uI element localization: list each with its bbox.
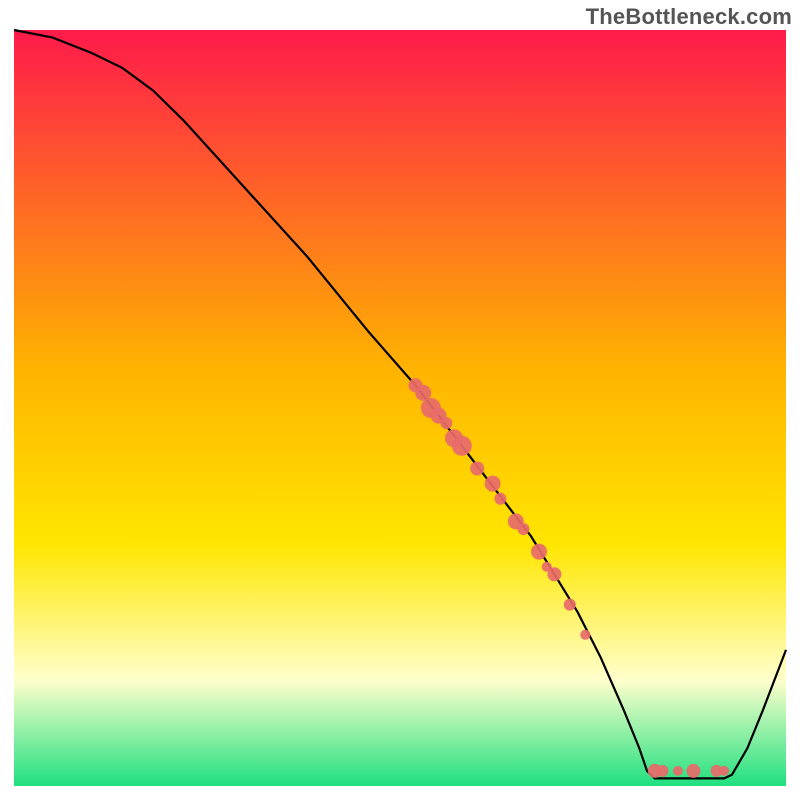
data-point <box>580 630 590 640</box>
watermark-text: TheBottleneck.com <box>586 4 792 30</box>
chart-svg <box>0 0 800 800</box>
chart-container: TheBottleneck.com <box>0 0 800 800</box>
data-point <box>657 765 669 777</box>
data-point <box>531 544 547 560</box>
gradient-background <box>14 30 786 786</box>
data-point <box>673 766 683 776</box>
plot-area <box>14 30 786 786</box>
data-point <box>470 462 484 476</box>
data-point <box>686 764 700 778</box>
data-point <box>494 493 506 505</box>
data-point <box>547 567 561 581</box>
data-point <box>719 766 729 776</box>
data-point <box>564 599 576 611</box>
data-point <box>518 523 530 535</box>
data-point <box>452 436 472 456</box>
data-point <box>485 476 501 492</box>
data-point <box>440 417 452 429</box>
